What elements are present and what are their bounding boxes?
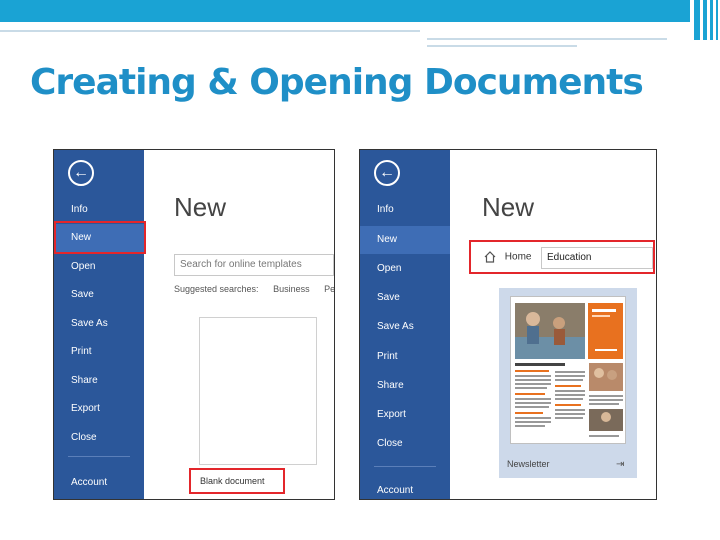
backstage-menu: ← Info New Open Save Save As Print Share… — [360, 150, 450, 499]
menu-separator — [68, 456, 130, 457]
backstage-menu: ← Info New Open Save Save As Print Share… — [54, 150, 144, 499]
suggested-search-pers[interactable]: Pers — [324, 284, 334, 294]
menu-item-open[interactable]: Open — [54, 253, 144, 281]
menu-item-account[interactable]: Account — [360, 477, 450, 499]
blank-document-thumbnail[interactable] — [199, 317, 317, 465]
suggested-search-business[interactable]: Business — [273, 284, 310, 294]
menu-item-save-as[interactable]: Save As — [54, 310, 144, 338]
highlight-blank-document — [189, 468, 285, 494]
newsletter-preview-graphic — [515, 303, 623, 437]
back-arrow-icon[interactable]: ← — [374, 160, 400, 186]
pin-icon[interactable]: ⇥ — [616, 459, 624, 470]
menu-item-share[interactable]: Share — [54, 367, 144, 395]
menu-item-open[interactable]: Open — [360, 255, 450, 283]
menu-item-info[interactable]: Info — [360, 196, 450, 224]
suggested-searches-label: Suggested searches: — [174, 284, 259, 294]
menu-separator — [374, 466, 436, 467]
decorative-rule — [427, 45, 577, 47]
decorative-rule — [427, 38, 667, 40]
highlight-new-menu — [54, 221, 146, 254]
slide-title: Creating & Opening Documents — [30, 62, 644, 103]
menu-item-export[interactable]: Export — [360, 401, 450, 429]
menu-item-print[interactable]: Print — [360, 343, 450, 371]
menu-item-save[interactable]: Save — [54, 281, 144, 309]
suggested-searches: Suggested searches: Business Pers — [174, 284, 334, 294]
menu-item-info[interactable]: Info — [54, 196, 144, 224]
word-new-screenshot-left: ← Info New Open Save Save As Print Share… — [53, 149, 335, 500]
menu-item-close[interactable]: Close — [54, 424, 144, 452]
menu-item-close[interactable]: Close — [360, 430, 450, 458]
menu-item-account[interactable]: Account — [54, 469, 144, 497]
menu-item-print[interactable]: Print — [54, 338, 144, 366]
pane-title-new: New — [174, 192, 227, 222]
word-new-screenshot-right: ← Info New Open Save Save As Print Share… — [359, 149, 657, 500]
menu-item-export[interactable]: Export — [54, 395, 144, 423]
menu-item-share[interactable]: Share — [360, 372, 450, 400]
decorative-rule — [0, 30, 420, 32]
search-templates-input[interactable]: Search for online templates — [174, 254, 334, 276]
highlight-category-search — [469, 240, 655, 274]
menu-item-save-as[interactable]: Save As — [360, 313, 450, 341]
back-arrow-icon[interactable]: ← — [68, 160, 94, 186]
pane-title-new: New — [482, 192, 535, 222]
template-name-newsletter[interactable]: Newsletter — [507, 459, 550, 469]
menu-item-save[interactable]: Save — [360, 284, 450, 312]
menu-item-new[interactable]: New — [360, 226, 450, 254]
newsletter-template-preview — [510, 296, 626, 444]
newsletter-template-card[interactable]: Newsletter ⇥ — [499, 288, 637, 478]
top-decoration-bar — [0, 0, 720, 40]
